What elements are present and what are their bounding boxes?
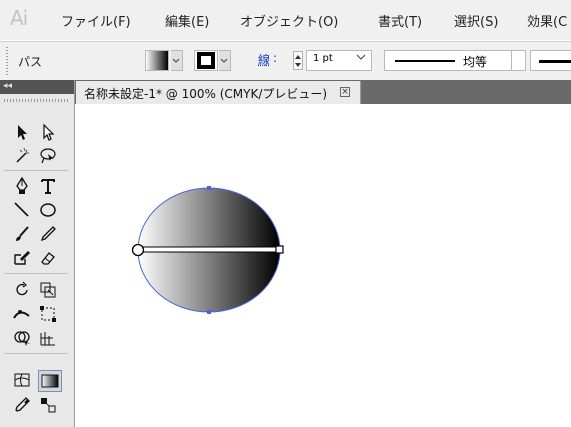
type-icon[interactable] (38, 176, 58, 196)
magic-wand-icon[interactable] (12, 146, 32, 166)
stroke-dropdown[interactable] (219, 50, 231, 71)
pen-icon[interactable] (12, 176, 32, 196)
menu-type[interactable]: 書式(T) (378, 11, 422, 30)
tools-panel-header[interactable]: ◂◂ (0, 80, 74, 94)
stroke-weight-value: 1 pt (313, 53, 333, 64)
selection-type-label: パス (18, 55, 43, 69)
eyedropper-icon[interactable] (12, 395, 32, 415)
line-segment-icon[interactable] (12, 200, 32, 220)
direct-selection-icon[interactable] (38, 122, 58, 142)
document-tab[interactable]: 名称未設定-1* @ 100% (CMYK/プレビュー) × (76, 81, 361, 104)
mesh-icon[interactable] (12, 370, 32, 390)
gradient-annotator-bar[interactable] (140, 246, 277, 253)
anchor-point[interactable] (207, 186, 211, 190)
tools-separator (4, 170, 68, 171)
tools-panel-grip[interactable] (4, 99, 68, 102)
brush-line-icon (539, 60, 571, 63)
document-tab-title: 名称未設定-1* @ 100% (CMYK/プレビュー) (84, 87, 328, 101)
tools-separator (4, 353, 68, 354)
gradient-icon[interactable] (38, 370, 62, 392)
artboard-canvas[interactable] (75, 104, 571, 427)
collapse-panel-icon[interactable]: ◂◂ (3, 81, 12, 91)
blend-icon[interactable] (38, 395, 58, 415)
paintbrush-icon[interactable] (12, 224, 32, 244)
control-bar: パス 線 : 1 pt 均等 (0, 41, 571, 81)
profile-line-icon (395, 60, 455, 62)
scale-icon[interactable] (38, 280, 58, 300)
stroke-profile-select[interactable]: 均等 (384, 50, 512, 71)
app-logo: Ai (10, 6, 28, 30)
stroke-swatch[interactable] (194, 50, 218, 71)
pencil-icon[interactable] (38, 224, 58, 244)
stroke-label[interactable]: 線 (258, 51, 270, 68)
profile-dropdown[interactable] (512, 50, 526, 71)
menu-object[interactable]: オブジェクト(O) (240, 11, 338, 30)
ellipse-icon[interactable] (38, 200, 58, 220)
control-bar-grip[interactable] (6, 47, 8, 75)
lasso-icon[interactable] (38, 146, 58, 166)
fill-swatch[interactable] (145, 50, 169, 71)
tools-separator (4, 273, 68, 274)
menu-file[interactable]: ファイル(F) (61, 11, 131, 30)
menu-effect[interactable]: 効果(C (527, 11, 567, 30)
gradient-end-handle[interactable] (275, 245, 284, 254)
menu-bar: Ai ファイル(F) 編集(E) オブジェクト(O) 書式(T) 選択(S) 効… (0, 0, 571, 40)
stroke-colon: : (273, 51, 278, 65)
blob-brush-icon[interactable] (12, 248, 32, 268)
selection-icon[interactable] (12, 122, 32, 142)
document-tab-bar: 名称未設定-1* @ 100% (CMYK/プレビュー) × (75, 80, 571, 104)
stroke-weight-spinner[interactable] (293, 51, 303, 70)
fill-dropdown[interactable] (171, 50, 183, 71)
perspective-grid-icon[interactable] (38, 328, 58, 348)
free-transform-icon[interactable] (38, 304, 58, 324)
tools-panel: ◂◂ (0, 80, 75, 427)
gradient-origin-handle[interactable] (131, 243, 145, 257)
chevron-down-icon[interactable] (356, 53, 366, 64)
stroke-profile-label: 均等 (463, 55, 488, 69)
artwork (131, 186, 284, 314)
menu-select[interactable]: 選択(S) (454, 11, 498, 30)
rotate-icon[interactable] (12, 280, 32, 300)
shape-builder-icon[interactable] (12, 328, 32, 348)
eraser-icon[interactable] (38, 248, 58, 268)
close-icon[interactable]: × (340, 87, 350, 97)
brush-definition-select[interactable] (530, 50, 571, 71)
menu-edit[interactable]: 編集(E) (165, 11, 209, 30)
anchor-point[interactable] (207, 310, 211, 314)
width-icon[interactable] (12, 304, 32, 324)
